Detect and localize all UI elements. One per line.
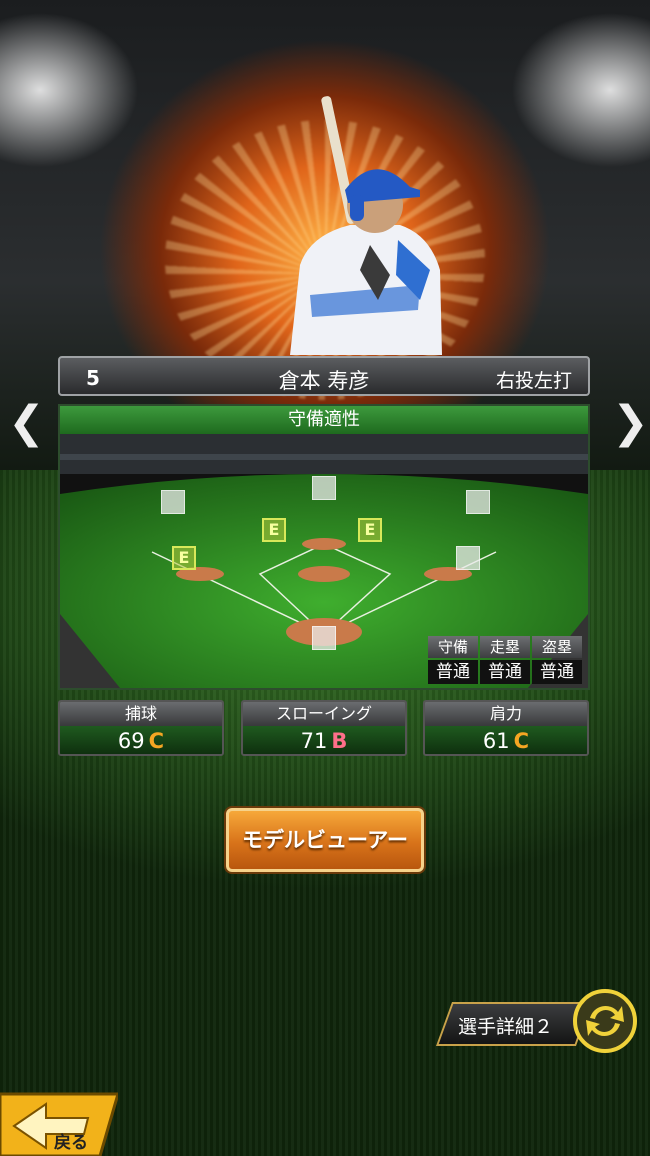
position-2b: E <box>358 518 382 542</box>
position-lf <box>161 490 185 514</box>
baserunning-table: 守備 走塁 盗塁 普通 普通 普通 <box>428 636 582 684</box>
stat-grade: C <box>148 729 165 753</box>
skill-value: 普通 <box>480 660 530 684</box>
position-3b: E <box>172 546 196 570</box>
position-ss: E <box>262 518 286 542</box>
stat-throwing: スローイング 71 B <box>241 700 407 756</box>
stat-arm: 肩力 61 C <box>423 700 589 756</box>
stat-grade: C <box>513 729 530 753</box>
stat-value-row: 61 C <box>425 726 587 754</box>
player-detail-label[interactable]: 選手詳細２ <box>458 1012 553 1039</box>
position-1b <box>456 546 480 570</box>
stat-value-row: 69 C <box>60 726 222 754</box>
player-nameplate: 5 倉本 寿彦 右投左打 <box>58 356 590 396</box>
position-rf <box>466 490 490 514</box>
defense-panel: 守備適性 E E E 守備 走塁 盗塁 普通 普通 普通 <box>58 404 590 690</box>
model-viewer-button[interactable]: モデルビューアー <box>226 808 424 872</box>
stat-grade: B <box>331 729 348 753</box>
stat-label: スローイング <box>243 702 405 726</box>
cycle-icon[interactable] <box>572 988 638 1054</box>
skill-header: 守備 <box>428 636 478 658</box>
skill-value: 普通 <box>532 660 582 684</box>
stat-label: 肩力 <box>425 702 587 726</box>
stat-value: 61 <box>482 729 510 753</box>
stat-value: 71 <box>300 729 328 753</box>
back-label[interactable]: 戻る <box>54 1128 88 1153</box>
skill-header: 走塁 <box>480 636 530 658</box>
stat-catching: 捕球 69 C <box>58 700 224 756</box>
position-cf <box>312 476 336 500</box>
next-arrow-icon[interactable]: ❯ <box>612 398 649 448</box>
defense-panel-title: 守備適性 <box>60 406 588 434</box>
skill-value: 普通 <box>428 660 478 684</box>
position-c <box>312 626 336 650</box>
player-image <box>290 96 442 355</box>
stat-value: 69 <box>117 729 145 753</box>
handedness: 右投左打 <box>495 370 572 392</box>
prev-arrow-icon[interactable]: ❮ <box>8 398 45 448</box>
stat-label: 捕球 <box>60 702 222 726</box>
skill-header: 盗塁 <box>532 636 582 658</box>
stat-value-row: 71 B <box>243 726 405 754</box>
